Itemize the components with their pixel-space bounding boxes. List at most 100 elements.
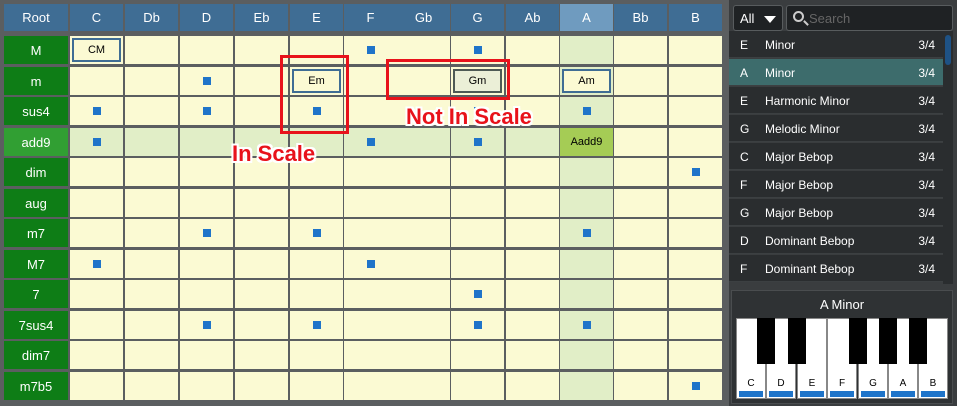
row-label-add9[interactable]: add9	[4, 128, 68, 156]
grid-cell[interactable]	[669, 36, 722, 64]
grid-cell[interactable]	[290, 372, 343, 400]
grid-cell[interactable]	[614, 219, 667, 247]
grid-cell[interactable]	[669, 280, 722, 308]
grid-cell[interactable]	[344, 158, 397, 186]
grid-cell[interactable]	[70, 158, 123, 186]
grid-cell[interactable]	[70, 189, 123, 217]
grid-cell[interactable]	[180, 341, 233, 369]
grid-cell[interactable]	[451, 128, 504, 156]
grid-cell[interactable]	[180, 36, 233, 64]
column-header-ab[interactable]: Ab	[506, 4, 559, 31]
grid-cell[interactable]	[70, 97, 123, 125]
search-input[interactable]	[809, 9, 947, 27]
grid-cell[interactable]	[70, 219, 123, 247]
piano-black-key[interactable]	[879, 318, 897, 364]
grid-cell[interactable]	[669, 341, 722, 369]
grid-cell[interactable]	[506, 219, 559, 247]
piano-black-key[interactable]	[909, 318, 927, 364]
row-label-7[interactable]: 7	[4, 280, 68, 308]
grid-cell[interactable]	[451, 372, 504, 400]
grid-cell[interactable]	[669, 189, 722, 217]
grid-cell[interactable]	[235, 372, 288, 400]
grid-cell[interactable]	[344, 280, 397, 308]
column-header-b[interactable]: B	[669, 4, 722, 31]
grid-cell[interactable]	[125, 341, 178, 369]
row-label-m7[interactable]: M7	[4, 250, 68, 278]
grid-cell[interactable]	[451, 189, 504, 217]
grid-cell[interactable]	[70, 128, 123, 156]
scale-list-item[interactable]: E Minor 3/4	[729, 31, 943, 58]
row-label-m7[interactable]: m7	[4, 219, 68, 247]
grid-cell[interactable]	[451, 341, 504, 369]
row-label-m7b5[interactable]: m7b5	[4, 372, 68, 400]
grid-cell[interactable]	[397, 341, 450, 369]
grid-cell[interactable]	[451, 158, 504, 186]
grid-cell[interactable]	[506, 341, 559, 369]
grid-cell[interactable]	[506, 67, 559, 95]
column-header-bb[interactable]: Bb	[614, 4, 667, 31]
grid-cell[interactable]	[290, 189, 343, 217]
scale-list-item[interactable]: C Major Bebop 3/4	[729, 143, 943, 170]
grid-cell[interactable]	[290, 341, 343, 369]
grid-cell[interactable]	[614, 280, 667, 308]
scale-filter-dropdown[interactable]: All	[733, 5, 783, 31]
scale-list-scrollbar[interactable]	[943, 31, 953, 284]
grid-cell[interactable]	[180, 189, 233, 217]
grid-cell[interactable]	[235, 219, 288, 247]
grid-cell[interactable]	[560, 158, 613, 186]
grid-cell[interactable]	[125, 97, 178, 125]
grid-cell[interactable]	[344, 219, 397, 247]
grid-cell[interactable]	[614, 250, 667, 278]
grid-cell[interactable]	[560, 36, 613, 64]
chord-button[interactable]: CM	[72, 38, 121, 62]
scale-list-item[interactable]: F Dominant Bebop 3/4	[729, 255, 943, 282]
piano-black-key[interactable]	[757, 318, 775, 364]
grid-cell[interactable]	[506, 250, 559, 278]
grid-cell[interactable]	[397, 189, 450, 217]
grid-cell[interactable]	[614, 128, 667, 156]
grid-cell[interactable]	[70, 311, 123, 339]
grid-cell[interactable]	[344, 128, 397, 156]
column-header-c[interactable]: C	[70, 4, 123, 31]
grid-cell[interactable]	[290, 250, 343, 278]
grid-cell[interactable]	[614, 189, 667, 217]
grid-cell[interactable]	[669, 250, 722, 278]
grid-cell[interactable]	[506, 280, 559, 308]
grid-cell[interactable]	[344, 97, 397, 125]
grid-cell[interactable]	[669, 128, 722, 156]
grid-cell[interactable]	[125, 67, 178, 95]
grid-cell[interactable]	[614, 97, 667, 125]
scale-list-item[interactable]: D Dominant Bebop 3/4	[729, 227, 943, 254]
column-header-e[interactable]: E	[290, 4, 343, 31]
column-header-gb[interactable]: Gb	[397, 4, 450, 31]
grid-cell[interactable]	[669, 219, 722, 247]
grid-cell[interactable]	[344, 341, 397, 369]
grid-cell[interactable]	[614, 36, 667, 64]
grid-cell[interactable]	[614, 158, 667, 186]
grid-cell[interactable]	[669, 158, 722, 186]
grid-cell[interactable]	[397, 250, 450, 278]
column-header-g[interactable]: G	[451, 4, 504, 31]
grid-cell[interactable]	[235, 341, 288, 369]
grid-cell[interactable]	[451, 219, 504, 247]
grid-cell[interactable]: Am	[560, 67, 613, 95]
scale-list-item[interactable]: F Major Bebop 3/4	[729, 171, 943, 198]
column-header-d[interactable]: D	[180, 4, 233, 31]
chord-button[interactable]: Am	[562, 69, 611, 93]
grid-cell[interactable]	[125, 128, 178, 156]
grid-cell[interactable]	[125, 250, 178, 278]
grid-cell[interactable]	[180, 128, 233, 156]
row-label-m[interactable]: m	[4, 67, 68, 95]
grid-cell[interactable]	[235, 250, 288, 278]
column-header-a[interactable]: A	[560, 4, 613, 31]
grid-cell[interactable]	[506, 311, 559, 339]
scale-list-item[interactable]: A Minor 3/4	[729, 59, 943, 86]
grid-cell[interactable]	[614, 67, 667, 95]
grid-cell[interactable]	[290, 219, 343, 247]
grid-cell[interactable]	[560, 189, 613, 217]
grid-cell[interactable]	[560, 219, 613, 247]
scrollbar-thumb[interactable]	[945, 35, 951, 65]
grid-cell[interactable]	[125, 36, 178, 64]
piano-black-key[interactable]	[849, 318, 867, 364]
row-label-sus4[interactable]: sus4	[4, 97, 68, 125]
